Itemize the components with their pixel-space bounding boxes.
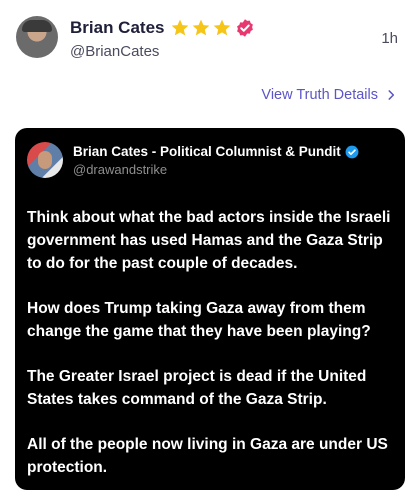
quote-paragraph: How does Trump taking Gaza away from the… <box>27 300 371 340</box>
quote-name-row: Brian Cates - Political Columnist & Pund… <box>73 144 359 159</box>
post-time[interactable]: 1h <box>381 30 398 47</box>
post-header: Brian Cates @BrianCates 1h <box>16 14 404 66</box>
chevron-right-icon <box>388 90 395 100</box>
display-name-row: Brian Cates <box>70 16 255 40</box>
verified-check-icon <box>345 145 359 158</box>
view-details-link[interactable]: View Truth Details <box>261 87 398 103</box>
quote-paragraph: The Greater Israel project is dead if th… <box>27 368 367 408</box>
quote-display-name: Brian Cates - Political Columnist & Pund… <box>73 144 341 159</box>
star-icon <box>193 19 210 36</box>
view-details-label: View Truth Details <box>261 87 378 103</box>
quoted-post-card[interactable]: Brian Cates - Political Columnist & Pund… <box>15 128 405 490</box>
star-rating <box>170 18 233 38</box>
star-icon <box>214 19 231 36</box>
quote-author-avatar <box>27 142 63 178</box>
author-block: Brian Cates @BrianCates <box>70 16 255 60</box>
star-icon <box>172 19 189 36</box>
quote-paragraph: Think about what the bad actors inside t… <box>27 209 391 272</box>
display-name[interactable]: Brian Cates <box>70 18 164 38</box>
quote-paragraph: All of the people now living in Gaza are… <box>27 436 388 476</box>
quote-author-block: Brian Cates - Political Columnist & Pund… <box>73 144 359 177</box>
author-avatar[interactable] <box>16 16 58 58</box>
quote-body: Think about what the bad actors inside t… <box>27 206 399 490</box>
quote-handle: @drawandstrike <box>73 162 168 177</box>
author-handle[interactable]: @BrianCates <box>70 43 255 60</box>
verified-badge-icon <box>237 19 254 37</box>
